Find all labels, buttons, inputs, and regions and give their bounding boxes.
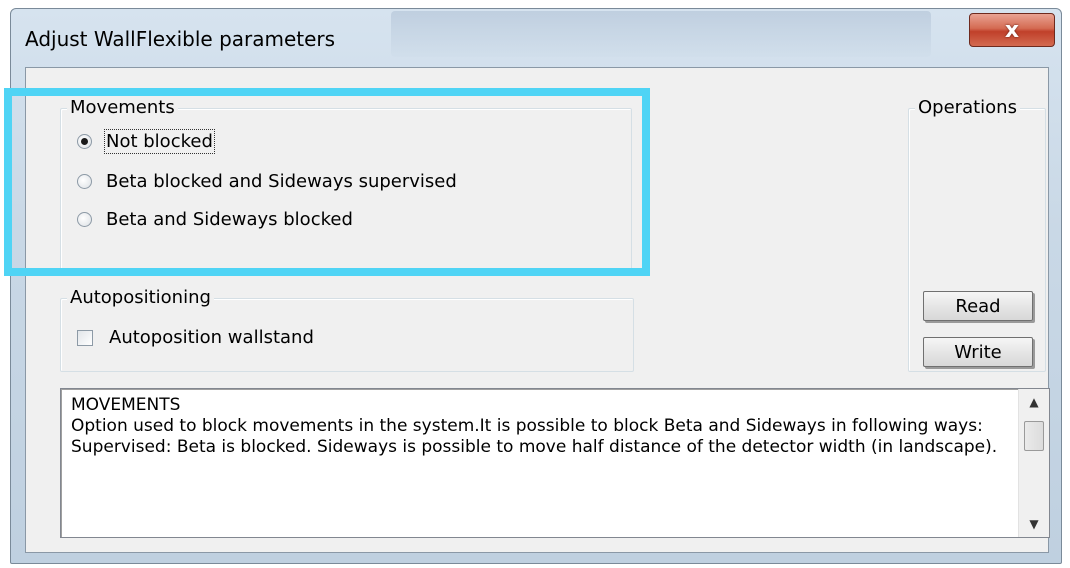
autoposition-wallstand-checkbox[interactable]	[77, 329, 93, 346]
vertical-scrollbar[interactable]: ▲ ▼	[1018, 389, 1049, 537]
scroll-down-arrow-icon[interactable]: ▼	[1019, 511, 1049, 537]
dialog-window: Adjust WallFlexible parameters x Movemen…	[10, 8, 1062, 564]
autopositioning-legend: Autopositioning	[67, 287, 214, 308]
movements-legend: Movements	[67, 97, 178, 118]
scroll-thumb[interactable]	[1024, 421, 1044, 451]
movements-group: Movements Not blocked Beta blocked and S…	[60, 97, 632, 276]
autoposition-wallstand-label: Autoposition wallstand	[109, 327, 314, 348]
read-button[interactable]: Read	[923, 291, 1033, 321]
operations-legend: Operations	[915, 97, 1020, 118]
radio-beta-sideways-blocked-button[interactable]	[77, 212, 92, 227]
write-button[interactable]: Write	[923, 337, 1033, 367]
titlebar-background	[391, 11, 931, 57]
radio-not-blocked-button[interactable]	[77, 134, 92, 149]
radio-beta-blocked-sideways-supervised-button[interactable]	[77, 174, 92, 189]
radio-beta-sideways-blocked-label: Beta and Sideways blocked	[106, 209, 353, 230]
radio-not-blocked-label: Not blocked	[104, 129, 215, 154]
close-button[interactable]: x	[969, 13, 1055, 47]
scroll-up-arrow-icon[interactable]: ▲	[1019, 389, 1049, 415]
operations-group: Operations Read Write	[908, 97, 1046, 372]
autoposition-wallstand-checkbox-row[interactable]: Autoposition wallstand	[77, 327, 314, 348]
help-text: MOVEMENTS Option used to block movements…	[71, 395, 998, 457]
radio-not-blocked[interactable]: Not blocked	[77, 129, 215, 154]
radio-beta-blocked-sideways-supervised-label: Beta blocked and Sideways supervised	[106, 171, 457, 192]
autopositioning-group: Autopositioning Autoposition wallstand	[60, 287, 634, 372]
window-title: Adjust WallFlexible parameters	[25, 27, 336, 51]
radio-beta-blocked-sideways-supervised[interactable]: Beta blocked and Sideways supervised	[77, 171, 457, 192]
help-textbox[interactable]: MOVEMENTS Option used to block movements…	[60, 388, 1050, 538]
dialog-client-area: Movements Not blocked Beta blocked and S…	[25, 67, 1050, 553]
radio-beta-sideways-blocked[interactable]: Beta and Sideways blocked	[77, 209, 353, 230]
